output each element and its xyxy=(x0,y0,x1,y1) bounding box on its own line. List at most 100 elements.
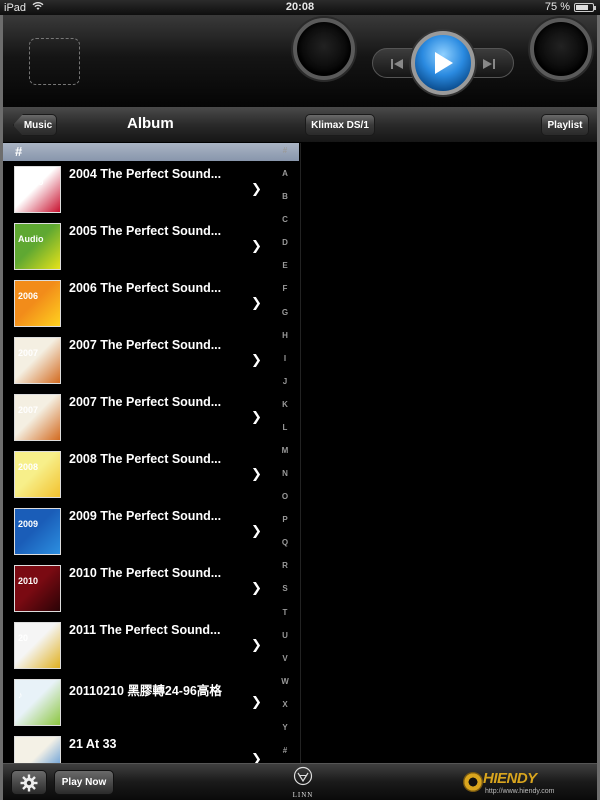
play-icon xyxy=(435,52,453,74)
index-letter[interactable]: E xyxy=(276,261,294,270)
clock: 20:08 xyxy=(285,1,315,13)
skip-back-icon xyxy=(391,59,403,69)
gear-icon xyxy=(20,774,38,791)
chevron-right-icon: ❯ xyxy=(251,409,262,424)
play-button[interactable] xyxy=(411,31,475,95)
index-letter[interactable]: S xyxy=(276,584,294,593)
index-letter[interactable]: J xyxy=(276,377,294,386)
index-letter[interactable]: # xyxy=(276,746,294,755)
seek-knob[interactable] xyxy=(530,18,592,80)
watermark-url: http://www.hiendy.com xyxy=(485,788,555,795)
index-letter[interactable]: A xyxy=(276,169,294,178)
album-row[interactable]: ♪ 20110210 黑膠轉24-96高格 ❯ xyxy=(3,674,273,731)
album-row[interactable]: 2010 2010 The Perfect Sound... ❯ xyxy=(3,560,273,617)
volume-knob[interactable] xyxy=(293,18,355,80)
album-title: 21 At 33 xyxy=(69,737,117,751)
page-title: Album xyxy=(127,115,174,132)
index-letter[interactable]: I xyxy=(276,354,294,363)
play-now-button[interactable]: Play Now xyxy=(54,770,114,795)
index-letter[interactable]: C xyxy=(276,215,294,224)
bottom-toolbar: Play Now LINN HIENDY http://www.hiendy.c… xyxy=(3,763,597,800)
playlist-button[interactable]: Playlist xyxy=(541,114,589,136)
now-playing-artwork-placeholder[interactable] xyxy=(29,38,80,85)
alphabet-index[interactable]: # A B C D E F G H I J K L M N O P Q R S T U V W X Y # xyxy=(276,146,294,758)
album-artwork-text: 20 xyxy=(18,633,29,643)
index-letter[interactable]: F xyxy=(276,284,294,293)
album-artwork: 20 xyxy=(14,622,61,669)
chevron-right-icon: ❯ xyxy=(251,238,262,253)
album-row[interactable]: 2007 2007 The Perfect Sound... ❯ xyxy=(3,332,273,389)
index-letter[interactable]: T xyxy=(276,608,294,617)
album-title: 20110210 黑膠轉24-96高格 xyxy=(69,684,222,698)
next-track-button[interactable] xyxy=(471,51,507,77)
music-back-button[interactable]: Music xyxy=(13,114,57,136)
index-letter[interactable]: # xyxy=(276,146,294,155)
album-row[interactable]: 2009 2009 The Perfect Sound... ❯ xyxy=(3,503,273,560)
settings-button[interactable] xyxy=(11,770,47,795)
chevron-right-icon: ❯ xyxy=(251,352,262,367)
album-artwork: ♪ xyxy=(14,679,61,726)
linn-logo: LINN xyxy=(286,766,320,799)
index-letter[interactable]: U xyxy=(276,631,294,640)
chevron-right-icon: ❯ xyxy=(251,694,262,709)
skip-forward-icon xyxy=(483,59,495,69)
album-row[interactable]: Audio 2004 The Perfect Sound... ❯ xyxy=(3,161,273,218)
index-letter[interactable]: Q xyxy=(276,538,294,547)
album-row[interactable]: 20 2011 The Perfect Sound... ❯ xyxy=(3,617,273,674)
album-artwork-text: ♪ xyxy=(18,690,23,700)
album-artwork-text: 2006 xyxy=(18,291,39,301)
navigation-bar: Music Album Klimax DS/1 Playlist xyxy=(3,107,597,143)
index-letter[interactable]: H xyxy=(276,331,294,340)
album-artwork: 2007 xyxy=(14,337,61,384)
index-letter[interactable]: G xyxy=(276,308,294,317)
status-bar: iPad 20:08 75 % xyxy=(0,0,600,15)
index-letter[interactable]: L xyxy=(276,423,294,432)
album-artwork-text: 2007 xyxy=(18,405,39,415)
battery-fill xyxy=(576,4,588,10)
watermark-disc-icon xyxy=(463,772,483,792)
index-letter[interactable]: V xyxy=(276,654,294,663)
album-title: 2010 The Perfect Sound... xyxy=(69,566,222,580)
album-artwork: 2010 xyxy=(14,565,61,612)
album-row[interactable]: 2006 2006 The Perfect Sound... ❯ xyxy=(3,275,273,332)
chevron-right-icon: ❯ xyxy=(251,523,262,538)
index-letter[interactable]: N xyxy=(276,469,294,478)
album-row[interactable]: 2008 2008 The Perfect Sound... ❯ xyxy=(3,446,273,503)
index-letter[interactable]: W xyxy=(276,677,294,686)
album-title: 2007 The Perfect Sound... xyxy=(69,395,222,409)
index-letter[interactable]: O xyxy=(276,492,294,501)
album-row[interactable]: 2007 2007 The Perfect Sound... ❯ xyxy=(3,389,273,446)
index-letter[interactable]: K xyxy=(276,400,294,409)
index-letter[interactable]: D xyxy=(276,238,294,247)
album-artwork: 2007 xyxy=(14,394,61,441)
index-letter[interactable]: M xyxy=(276,446,294,455)
chevron-right-icon: ❯ xyxy=(251,295,262,310)
linn-emblem-icon xyxy=(293,766,313,786)
index-letter[interactable]: R xyxy=(276,561,294,570)
index-letter[interactable]: Y xyxy=(276,723,294,732)
album-artwork-text: 2007 xyxy=(18,348,39,358)
album-row[interactable]: Audio 2005 The Perfect Sound... ❯ xyxy=(3,218,273,275)
chevron-right-icon: ❯ xyxy=(251,181,262,196)
index-letter[interactable]: B xyxy=(276,192,294,201)
album-artwork: 2006 xyxy=(14,280,61,327)
album-title: 2006 The Perfect Sound... xyxy=(69,281,222,295)
index-letter[interactable]: P xyxy=(276,515,294,524)
detail-pane xyxy=(300,143,597,763)
chevron-right-icon: ❯ xyxy=(251,466,262,481)
watermark-brand: HIENDY xyxy=(483,770,537,787)
index-letter[interactable]: X xyxy=(276,700,294,709)
album-artwork: Audio xyxy=(14,223,61,270)
section-header: # xyxy=(3,143,299,161)
album-artwork-text: Audio xyxy=(18,234,44,244)
previous-track-button[interactable] xyxy=(379,51,415,77)
album-artwork-text: Audio xyxy=(18,177,44,187)
album-artwork-text: 2008 xyxy=(18,462,39,472)
chevron-right-icon: ❯ xyxy=(251,580,262,595)
album-artwork: 2008 xyxy=(14,451,61,498)
battery-percent: 75 % xyxy=(544,1,570,13)
album-title: 2007 The Perfect Sound... xyxy=(69,338,222,352)
renderer-select-button[interactable]: Klimax DS/1 xyxy=(305,114,375,136)
album-artwork: Audio xyxy=(14,166,61,213)
album-title: 2009 The Perfect Sound... xyxy=(69,509,222,523)
